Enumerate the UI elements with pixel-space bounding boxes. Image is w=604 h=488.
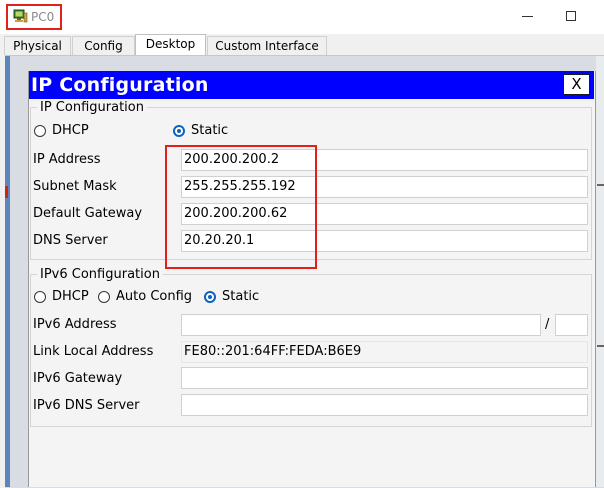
desktop-left-marker [5, 186, 8, 198]
ipv4-dhcp-label[interactable]: DHCP [52, 123, 89, 138]
ipv6-auto-config-label[interactable]: Auto Config [116, 289, 192, 304]
default-gateway-label: Default Gateway [33, 206, 143, 221]
close-button[interactable]: X [563, 74, 590, 95]
ipv6-group-legend: IPv6 Configuration [37, 267, 163, 282]
tab-physical[interactable]: Physical [4, 36, 71, 55]
link-local-address-label: Link Local Address [33, 344, 154, 359]
maximize-icon [566, 11, 576, 21]
tab-config[interactable]: Config [72, 36, 135, 55]
ipv6-dns-server-field[interactable] [181, 394, 588, 416]
ipv6-auto-config-radio[interactable] [98, 291, 110, 303]
ipv6-dns-server-label: IPv6 DNS Server [33, 398, 140, 413]
subnet-mask-label: Subnet Mask [33, 179, 117, 194]
ipv6-prefix-separator: / [545, 317, 550, 332]
tab-custom-interface[interactable]: Custom Interface [207, 36, 327, 55]
ipv6-address-label: IPv6 Address [33, 317, 117, 332]
ipv4-static-radio[interactable] [173, 125, 185, 137]
ip-address-label: IP Address [33, 152, 101, 167]
minimize-icon [522, 16, 533, 17]
desktop-right-marker [597, 184, 604, 186]
ipv6-static-radio[interactable] [204, 291, 216, 303]
ip-values-highlight-box [165, 145, 317, 269]
tab-bar: Physical Config Desktop Custom Interface [0, 34, 604, 56]
tab-desktop[interactable]: Desktop [135, 34, 206, 56]
title-highlight-box [6, 4, 62, 30]
minimize-button[interactable] [516, 6, 538, 28]
ipv6-prefix-field[interactable] [555, 314, 588, 336]
dns-server-label: DNS Server [33, 233, 108, 248]
desktop-left-edge [5, 56, 10, 487]
maximize-button[interactable] [561, 6, 583, 28]
ipv6-gateway-label: IPv6 Gateway [33, 371, 123, 386]
desktop-right-marker [597, 345, 604, 347]
link-local-address-field: FE80::201:64FF:FEDA:B6E9 [181, 341, 588, 363]
ipv6-dhcp-radio[interactable] [34, 291, 46, 303]
ipv6-dhcp-label[interactable]: DHCP [52, 289, 89, 304]
ipv4-static-label[interactable]: Static [191, 123, 228, 138]
window-titlebar: PC0 [0, 0, 604, 34]
ipv4-group-legend: IP Configuration [37, 100, 147, 115]
ipv6-static-label[interactable]: Static [222, 289, 259, 304]
ipv4-dhcp-radio[interactable] [34, 125, 46, 137]
ipv6-address-field[interactable] [181, 314, 541, 336]
ipv6-gateway-field[interactable] [181, 367, 588, 389]
desktop-right-edge [596, 56, 604, 487]
panel-title: IP Configuration [31, 74, 209, 96]
